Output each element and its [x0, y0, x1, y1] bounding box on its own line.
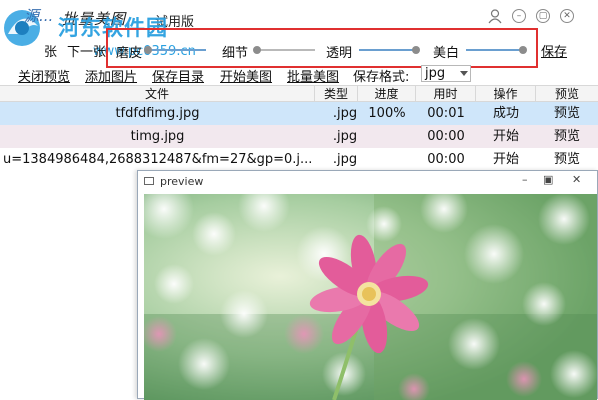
- minimize-button[interactable]: –: [512, 9, 526, 23]
- cell-file: tfdfdfimg.jpg: [115, 106, 200, 121]
- cell-preview[interactable]: 预览: [536, 102, 598, 125]
- table-row[interactable]: timg.jpg .jpg 00:00 开始 预览: [0, 125, 598, 148]
- col-action[interactable]: 操作: [476, 86, 536, 102]
- cell-action[interactable]: 成功: [476, 102, 536, 125]
- cell-progress: [358, 148, 416, 171]
- preview-image: [144, 194, 597, 400]
- cell-preview[interactable]: 预览: [536, 148, 598, 171]
- close-button[interactable]: ✕: [560, 9, 574, 23]
- preview-title-bar[interactable]: preview – ▣ ✕: [138, 171, 597, 193]
- cell-progress: [358, 125, 416, 148]
- maximize-button[interactable]: ▢: [536, 9, 550, 23]
- app-title-partial: 源...: [24, 7, 54, 25]
- table-row[interactable]: u=1384986484,2688312487&fm=27&gp=0.j... …: [0, 148, 598, 171]
- annotation-highlight-box: [106, 28, 538, 68]
- col-time[interactable]: 用时: [416, 86, 476, 102]
- cell-progress: 100%: [368, 106, 406, 121]
- prev-button[interactable]: 张: [44, 41, 57, 60]
- preview-minimize-icon[interactable]: –: [522, 173, 528, 186]
- preview-title: preview: [160, 175, 204, 188]
- cell-time: 00:01: [427, 106, 465, 121]
- close-preview-link[interactable]: 关闭预览: [18, 66, 70, 85]
- maximize-icon: ▢: [538, 10, 548, 21]
- add-image-link[interactable]: 添加图片: [85, 66, 137, 85]
- window-app-icon: [144, 177, 154, 185]
- cell-preview[interactable]: 预览: [536, 125, 598, 148]
- minimize-icon: –: [516, 10, 522, 21]
- save-button[interactable]: 保存: [541, 41, 567, 60]
- col-progress[interactable]: 进度: [358, 86, 416, 102]
- cell-file: u=1384986484,2688312487&fm=27&gp=0.j...: [3, 152, 313, 167]
- close-icon: ✕: [563, 10, 571, 21]
- table-row[interactable]: tfdfdfimg.jpg .jpg 100% 00:01 成功 预览: [0, 102, 598, 125]
- preview-window[interactable]: preview – ▣ ✕: [137, 170, 598, 400]
- start-beautify-link[interactable]: 开始美图: [220, 66, 272, 85]
- format-label: 保存格式:: [353, 70, 410, 85]
- next-button[interactable]: 下一张: [67, 41, 106, 60]
- batch-beautify-link[interactable]: 批量美图: [287, 66, 339, 85]
- cell-file: timg.jpg: [130, 129, 185, 144]
- cell-time: 00:00: [427, 152, 465, 167]
- preview-close-icon[interactable]: ✕: [572, 173, 581, 186]
- chevron-down-icon[interactable]: [460, 71, 468, 76]
- cell-action[interactable]: 开始: [476, 125, 536, 148]
- table-header: 文件 类型 进度 用时 操作 预览: [0, 85, 598, 102]
- user-icon[interactable]: [488, 9, 502, 24]
- preview-maximize-icon[interactable]: ▣: [543, 173, 553, 186]
- col-file[interactable]: 文件: [0, 86, 315, 102]
- col-type[interactable]: 类型: [315, 86, 358, 102]
- cell-time: 00:00: [427, 129, 465, 144]
- save-directory-link[interactable]: 保存目录: [152, 66, 204, 85]
- col-preview[interactable]: 预览: [536, 86, 598, 102]
- cell-action[interactable]: 开始: [476, 148, 536, 171]
